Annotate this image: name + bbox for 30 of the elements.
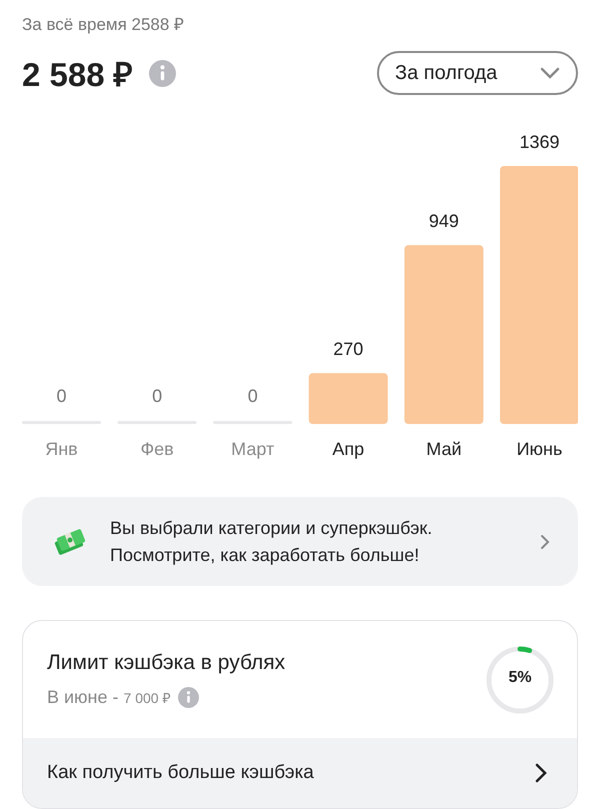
bar-value: 0 — [152, 386, 162, 406]
limit-period: В июне - — [47, 687, 119, 708]
bar-value: 0 — [248, 386, 258, 406]
banner-text: Вы выбрали категории и суперкэшбэк. Посмотрите, как заработать больше! — [110, 516, 434, 567]
month-label: Июнь — [516, 439, 562, 459]
bar-value: 1369 — [519, 132, 560, 152]
info-icon[interactable] — [178, 687, 200, 708]
limit-amount: 7 000 ₽ — [124, 689, 170, 707]
bar-value: 0 — [56, 386, 66, 406]
limit-title: Лимит кэшбэка в рублях — [47, 651, 286, 675]
month-label: Май — [426, 439, 462, 459]
chevron-right-icon — [540, 534, 550, 550]
month-label: Янв — [45, 439, 78, 459]
progress-fill — [518, 646, 532, 652]
chevron-right-icon — [535, 763, 547, 783]
info-icon[interactable] — [148, 60, 176, 86]
limit-percent: 5% — [507, 668, 533, 686]
bar-value: 270 — [333, 339, 364, 360]
cashback-total: 2 588 ₽ — [22, 54, 133, 94]
progress-ring — [486, 646, 554, 713]
all-time-total: За всё время 2588 ₽ — [22, 14, 186, 34]
month-label: Фев — [140, 439, 174, 459]
money-icon — [52, 526, 88, 556]
chevron-down-icon — [540, 67, 560, 79]
period-dropdown[interactable]: За полгода — [377, 51, 578, 95]
bar-value: 949 — [428, 211, 459, 232]
month-label: Март — [231, 439, 274, 459]
promo-banner[interactable]: Вы выбрали категории и суперкэшбэк. Посмотрите, как заработать больше! — [22, 497, 578, 586]
month-label: Апр — [332, 439, 364, 459]
more-cashback-link[interactable]: Как получить больше кэшбэка — [23, 738, 577, 808]
